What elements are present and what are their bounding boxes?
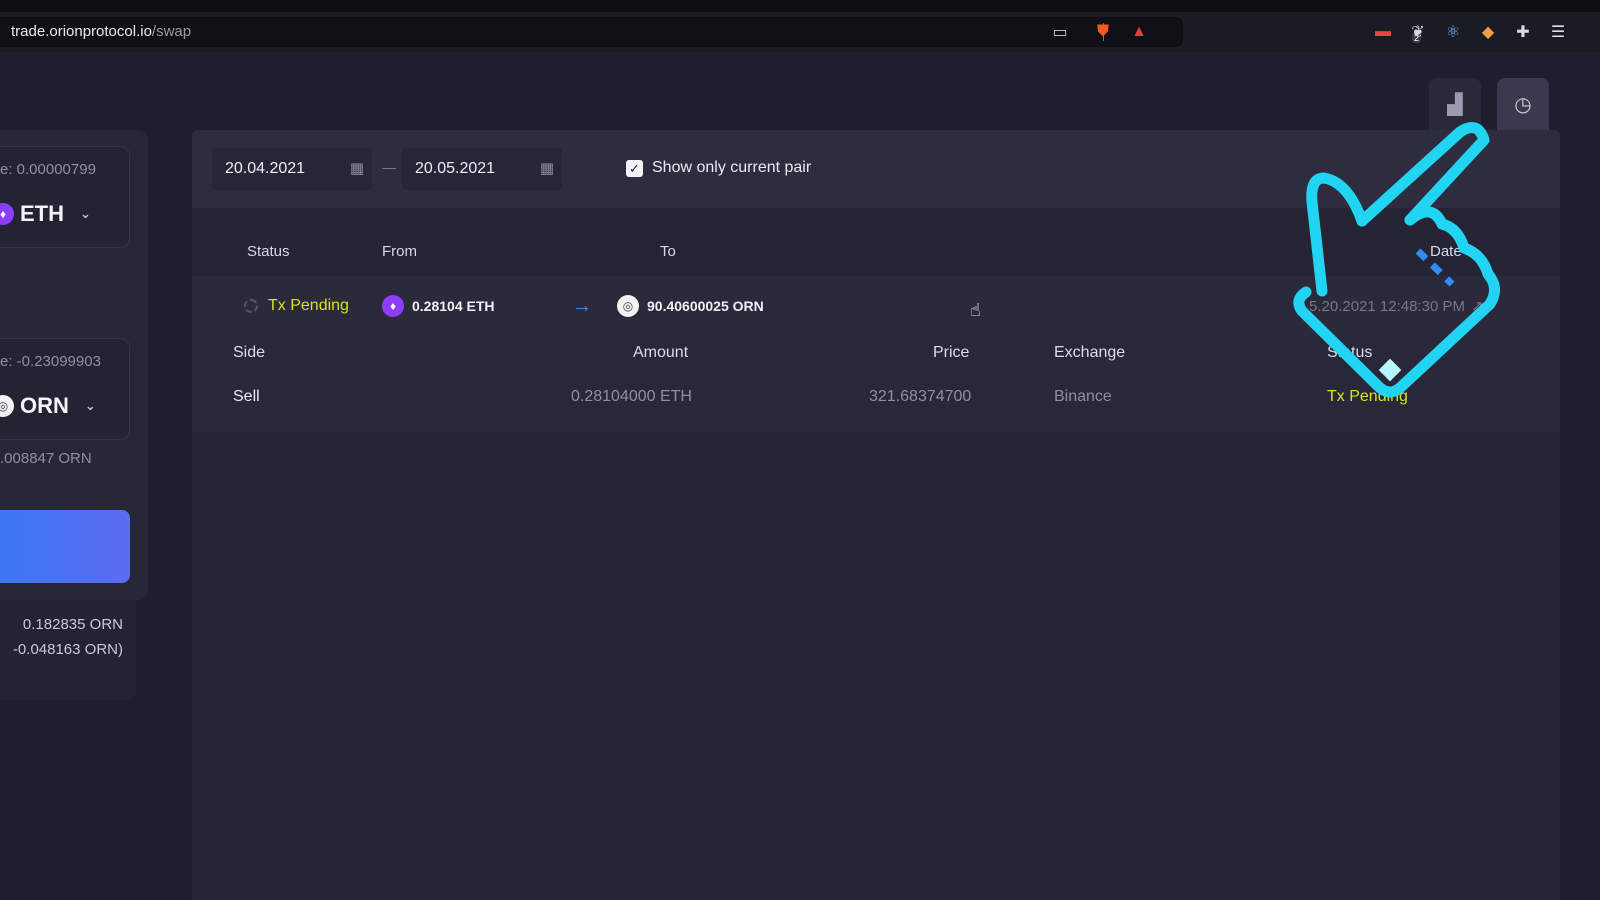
fee-amount: 0.182835 ORN (22, 616, 123, 633)
pointing-hand-icon (1293, 122, 1500, 398)
row-status: Tx Pending (244, 276, 349, 336)
window-top-strip (0, 0, 1600, 12)
show-current-pair-checkbox[interactable]: ✓ (626, 160, 643, 177)
from-token-label: ETH (20, 201, 64, 226)
detail-amount: 0.28104000 ETH (571, 388, 692, 405)
calendar-icon[interactable]: ▦ (540, 159, 554, 177)
fee-delta: -0.048163 ORN) (12, 641, 123, 658)
detail-header-price: Price (933, 344, 970, 361)
brave-shield-icon[interactable]: ⛊ (1092, 21, 1114, 43)
ethereum-icon: ♦ (0, 203, 14, 225)
chevron-down-icon: ⌄ (84, 398, 96, 413)
detail-header-amount: Amount (633, 344, 689, 361)
date-to-value: 20.05.2021 (415, 160, 496, 177)
url-path: /swap (151, 23, 192, 40)
extension-icon[interactable]: ▬ (1372, 21, 1394, 43)
url-text: trade.orionprotocol.io/swap (11, 23, 191, 40)
column-header-status: Status (247, 243, 290, 260)
orion-icon: ◎ (0, 395, 14, 417)
date-from-value: 20.04.2021 (225, 160, 306, 177)
row-from: ♦ 0.28104 ETH (382, 276, 495, 336)
extension-leaf-icon[interactable]: ❦ (1407, 21, 1429, 43)
calendar-icon[interactable]: ▦ (350, 159, 364, 177)
column-header-from: From (382, 243, 417, 260)
orion-icon: ◎ (617, 295, 639, 317)
metamask-icon[interactable]: ◆ (1477, 21, 1499, 43)
chevron-down-icon: ⌄ (80, 206, 91, 221)
to-balance: e: -0.23099903 (0, 353, 101, 370)
detail-exchange: Binance (1054, 388, 1112, 405)
column-header-to: To (660, 243, 676, 260)
puzzle-icon[interactable]: ✚ (1512, 21, 1534, 43)
ethereum-icon: ♦ (382, 295, 404, 317)
menu-icon[interactable]: ☰ (1547, 21, 1569, 43)
detail-header-exchange: Exchange (1054, 344, 1126, 361)
arrow-right-icon: → (572, 294, 592, 317)
to-token-label: ORN (20, 393, 69, 418)
status-text: Tx Pending (268, 297, 349, 314)
bar-chart-icon: ▟ (1447, 93, 1463, 116)
from-token-card: e: 0.00000799 ♦ ETH ⌄ (0, 146, 130, 248)
detail-header-side: Side (233, 344, 266, 361)
clock-icon: ◷ (1514, 93, 1532, 116)
detail-price: 321.68374700 (869, 388, 972, 405)
from-token-select[interactable]: ♦ ETH ⌄ (0, 201, 91, 227)
from-amount: 0.28104 ETH (412, 298, 495, 314)
brave-rewards-icon[interactable]: ▲ (1128, 21, 1150, 43)
spinner-icon (244, 299, 258, 313)
to-token-card: e: -0.23099903 ◎ ORN ⌄ (0, 338, 130, 440)
address-bar[interactable]: trade.orionprotocol.io/swap (0, 17, 1183, 47)
date-from-input[interactable]: 20.04.2021 ▦ (212, 148, 372, 190)
cast-icon[interactable]: ▭ (1049, 21, 1071, 43)
swap-button[interactable] (0, 510, 130, 583)
detail-side: Sell (233, 388, 260, 405)
date-range-dash (382, 168, 396, 169)
show-current-pair-label[interactable]: Show only current pair (652, 159, 811, 177)
date-to-input[interactable]: 20.05.2021 ▦ (402, 148, 562, 190)
to-amount: 90.40600025 ORN (647, 298, 764, 314)
mouse-cursor-icon: ☝ (970, 300, 981, 320)
url-host: trade.orionprotocol.io (11, 23, 152, 40)
to-token-select[interactable]: ◎ ORN ⌄ (0, 393, 96, 419)
to-amount: .008847 ORN (0, 450, 92, 467)
row-to: ◎ 90.40600025 ORN (617, 276, 764, 336)
react-devtools-icon[interactable]: ⚛ (1442, 21, 1464, 43)
from-balance: e: 0.00000799 (0, 161, 96, 178)
